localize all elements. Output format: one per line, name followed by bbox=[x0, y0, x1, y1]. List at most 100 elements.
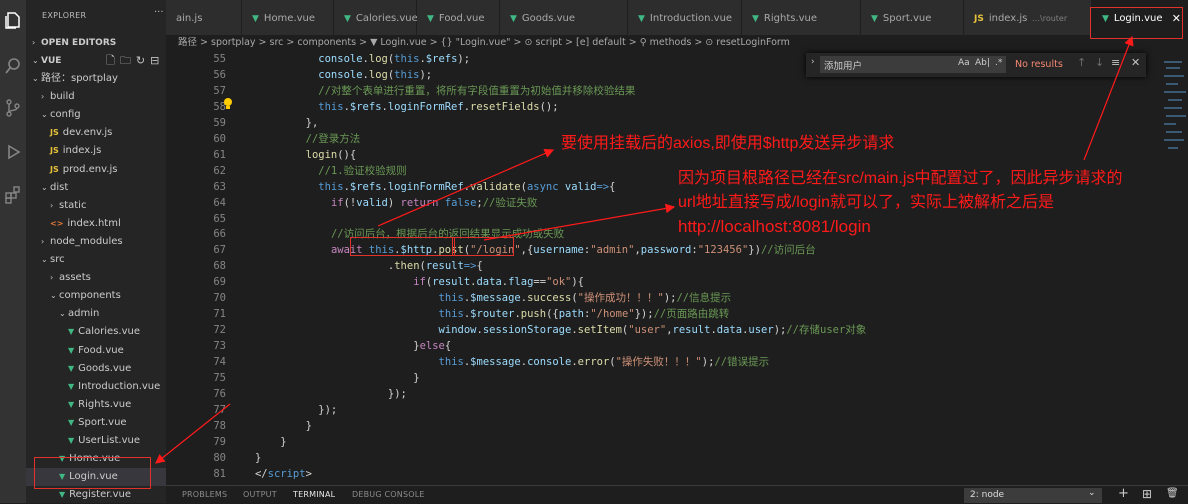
code-token: //访问后台 bbox=[760, 244, 816, 257]
tree-item-label: 路径：sportplay bbox=[41, 73, 118, 84]
code-token: ({ bbox=[546, 308, 559, 321]
regex-toggle[interactable]: .* bbox=[995, 58, 1002, 68]
code-line: this.$message.success("操作成功！！！");//信息提示 bbox=[439, 290, 732, 306]
file-item[interactable]: <> index.html bbox=[26, 215, 166, 233]
trash-icon[interactable]: 🗑 bbox=[1166, 488, 1179, 499]
folder-item[interactable]: ⌄ components bbox=[26, 287, 166, 305]
tab-problems[interactable]: PROBLEMS bbox=[182, 490, 227, 499]
tab-rights-vue[interactable]: ▼ Rights.vue bbox=[742, 0, 861, 35]
vue-file-icon: ▼ bbox=[344, 14, 351, 24]
tree-item-label: src bbox=[50, 254, 65, 265]
code-token: loginFormRef bbox=[387, 180, 464, 193]
source-control-icon[interactable] bbox=[3, 98, 23, 118]
folder-item[interactable]: ⌄ src bbox=[26, 251, 166, 269]
tab-calories-vue[interactable]: ▼ Calories.vue bbox=[334, 0, 418, 35]
collapse-all-icon[interactable]: ⊟ bbox=[150, 54, 164, 67]
code-token: $message bbox=[470, 356, 521, 369]
tab-food-vue[interactable]: ▼ Food.vue bbox=[417, 0, 500, 35]
tab-output[interactable]: OUTPUT bbox=[243, 490, 277, 499]
code-line: } bbox=[413, 370, 419, 386]
code-token: sessionStorage bbox=[482, 324, 572, 337]
minimap[interactable] bbox=[1160, 51, 1188, 311]
folder-item[interactable]: › node_modules bbox=[26, 233, 166, 251]
file-item[interactable]: JS dev.env.js bbox=[26, 124, 166, 142]
file-item[interactable]: ▼ Food.vue bbox=[26, 342, 166, 360]
code-line: this.$message.console.error("操作失败！！！");/… bbox=[439, 354, 770, 370]
toggle-replace-icon[interactable]: › bbox=[811, 57, 815, 67]
open-editors-section[interactable]: › OPEN EDITORS bbox=[26, 34, 166, 52]
refresh-icon[interactable]: ↻ bbox=[136, 54, 150, 67]
new-file-icon[interactable]: 🗋 bbox=[106, 54, 120, 67]
tab-main-js[interactable]: ain.js bbox=[166, 0, 242, 35]
folder-item[interactable]: ⌄ dist bbox=[26, 179, 166, 197]
next-match-icon[interactable]: ↓ bbox=[1095, 56, 1104, 69]
lightbulb-icon[interactable] bbox=[222, 97, 234, 111]
vue-file-icon: ▼ bbox=[252, 14, 259, 24]
tab-index-js[interactable]: JS index.js ...\router bbox=[964, 0, 1092, 35]
file-item[interactable]: ▼ UserList.vue bbox=[26, 432, 166, 450]
file-item[interactable]: ▼ Rights.vue bbox=[26, 396, 166, 414]
code-token: //验证失败 bbox=[482, 196, 538, 209]
code-token: loginFormRef bbox=[387, 100, 464, 113]
line-number: 65 bbox=[213, 212, 226, 225]
tab-debug-console[interactable]: DEBUG CONSOLE bbox=[352, 490, 425, 499]
folder-item[interactable]: ⌄ config bbox=[26, 106, 166, 124]
tree-item-label: index.js bbox=[62, 145, 102, 157]
code-token: //页面路由跳转 bbox=[653, 308, 730, 321]
folder-item[interactable]: › assets bbox=[26, 269, 166, 287]
new-terminal-icon[interactable]: + bbox=[1118, 486, 1129, 501]
code-token: //信息提示 bbox=[676, 292, 732, 305]
code-token: password bbox=[640, 244, 692, 257]
line-number: 73 bbox=[213, 340, 226, 353]
terminal-select[interactable]: 2: node ⌄ bbox=[964, 488, 1102, 503]
login-file-highlight-box bbox=[34, 457, 151, 489]
new-folder-icon[interactable]: 🗀 bbox=[120, 54, 136, 67]
find-input[interactable]: 添加用户 Aa Ab| .* bbox=[820, 56, 1006, 73]
line-number: 58 bbox=[213, 100, 226, 113]
code-line: if(result.data.flag=="ok"){ bbox=[413, 274, 584, 290]
file-item[interactable]: JS prod.env.js bbox=[26, 161, 166, 179]
file-item[interactable]: ▼ Introduction.vue bbox=[26, 378, 166, 396]
code-token: }) bbox=[748, 244, 761, 257]
search-icon[interactable] bbox=[3, 56, 23, 76]
tab-sport-vue[interactable]: ▼ Sport.vue bbox=[861, 0, 964, 35]
code-token: { bbox=[476, 260, 483, 273]
folder-item[interactable]: › static bbox=[26, 197, 166, 215]
split-terminal-icon[interactable]: ⊞ bbox=[1142, 487, 1152, 501]
code-token: return bbox=[400, 196, 439, 209]
code-token: $router bbox=[470, 308, 515, 321]
file-item[interactable]: JS index.js bbox=[26, 142, 166, 160]
tab-goods-vue[interactable]: ▼ Goods.vue bbox=[500, 0, 628, 35]
extensions-icon[interactable] bbox=[3, 185, 23, 205]
tab-terminal[interactable]: TERMINAL bbox=[293, 490, 335, 499]
code-token: user bbox=[748, 324, 774, 337]
tree-item-label: Calories.vue bbox=[78, 326, 141, 338]
folder-item[interactable]: › build bbox=[26, 88, 166, 106]
tab-home-vue[interactable]: ▼ Home.vue bbox=[242, 0, 334, 35]
line-number: 55 bbox=[213, 53, 226, 65]
file-item[interactable]: ▼ Goods.vue bbox=[26, 360, 166, 378]
code-token: console bbox=[527, 356, 572, 369]
explorer-icon[interactable] bbox=[3, 10, 23, 30]
run-debug-icon[interactable] bbox=[3, 142, 23, 162]
code-token: if bbox=[330, 196, 344, 209]
tree-item-label: Register.vue bbox=[69, 489, 131, 501]
more-actions-icon[interactable]: ··· bbox=[154, 7, 164, 18]
breadcrumb[interactable]: 路径 > sportplay > src > components > ▼ Lo… bbox=[166, 35, 1188, 51]
code-editor[interactable]: 55 console.log(this.$refs); 56 console.log(… bbox=[166, 51, 1188, 485]
tab-introduction-vue[interactable]: ▼ Introduction.vue bbox=[628, 0, 742, 35]
tab-path-hint: ...\router bbox=[1032, 14, 1068, 23]
find-in-selection-icon[interactable]: ≡ bbox=[1111, 56, 1120, 69]
previous-match-icon[interactable]: ↑ bbox=[1077, 56, 1086, 69]
code-token: } bbox=[280, 435, 287, 448]
file-item[interactable]: ▼ Calories.vue bbox=[26, 323, 166, 341]
annotation-baseurl-line3: http://localhost:8081/login bbox=[678, 217, 871, 236]
file-item[interactable]: ▼ Sport.vue bbox=[26, 414, 166, 432]
match-case-toggle[interactable]: Aa bbox=[958, 58, 970, 68]
folder-item[interactable]: ⌄ 路径：sportplay bbox=[26, 70, 166, 88]
match-word-toggle[interactable]: Ab| bbox=[975, 58, 990, 68]
code-token: { bbox=[609, 180, 616, 193]
line-number: 62 bbox=[213, 164, 226, 177]
folder-item[interactable]: ⌄ admin bbox=[26, 305, 166, 323]
close-find-icon[interactable]: ✕ bbox=[1131, 56, 1140, 69]
